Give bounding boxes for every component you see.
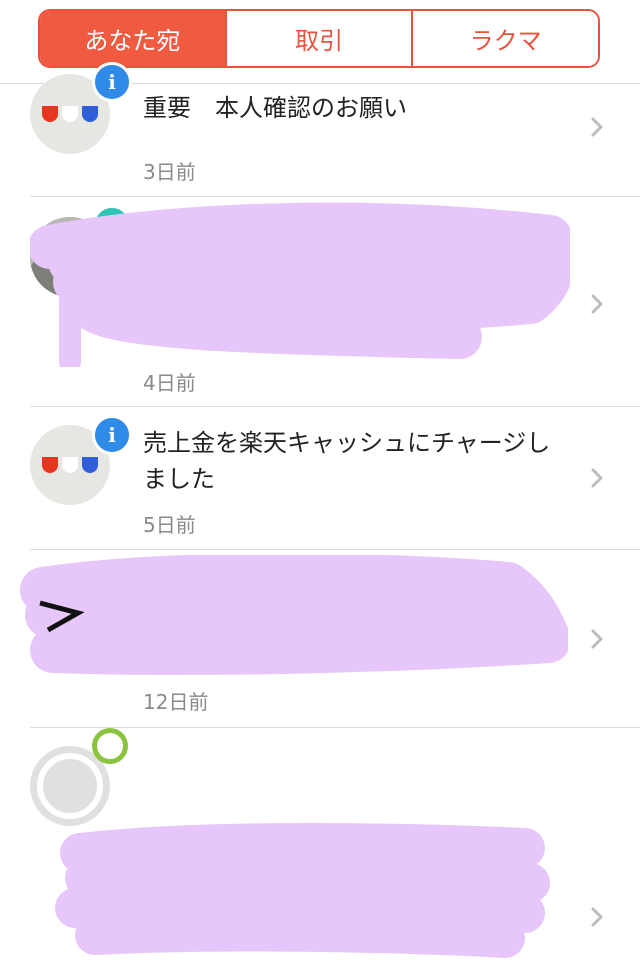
info-icon: i xyxy=(92,415,132,455)
notification-title: 重要 本人確認のお願い xyxy=(143,94,407,122)
chevron-right-icon xyxy=(591,468,603,488)
chevron-right-icon xyxy=(591,117,603,137)
green-badge-icon xyxy=(92,728,128,764)
segmented-control: あなた宛 取引 ラクマ xyxy=(38,9,600,68)
redaction-scribble xyxy=(30,202,570,367)
info-icon: i xyxy=(92,62,132,102)
redaction-scribble xyxy=(20,555,568,675)
notification-time: 3日前 xyxy=(143,160,196,184)
notification-item[interactable]: i 重要 本人確認のお願い 3日前 xyxy=(0,62,640,197)
chevron-right-icon xyxy=(591,629,603,649)
notification-item[interactable]: i 売上金を楽天キャッシュにチャージしました 5日前 xyxy=(0,407,640,550)
notification-item[interactable]: いね 12日前 xyxy=(0,550,640,728)
notification-item[interactable] xyxy=(0,728,640,958)
notification-time: 4日前 xyxy=(143,371,196,395)
notification-time: 12日前 xyxy=(143,690,209,714)
notification-time: 5日前 xyxy=(143,513,196,537)
chevron-right-icon xyxy=(591,907,603,927)
chevron-right-icon xyxy=(591,294,603,314)
notification-title: 売上金を楽天キャッシュにチャージしました xyxy=(143,429,551,493)
redaction-scribble xyxy=(55,823,550,958)
notification-item[interactable]: ✱ 「ハロ 4日前 xyxy=(0,197,640,407)
tab-rakuma[interactable]: ラクマ xyxy=(411,11,598,66)
tab-for-you[interactable]: あなた宛 xyxy=(40,11,225,66)
tab-transactions[interactable]: 取引 xyxy=(224,11,412,66)
